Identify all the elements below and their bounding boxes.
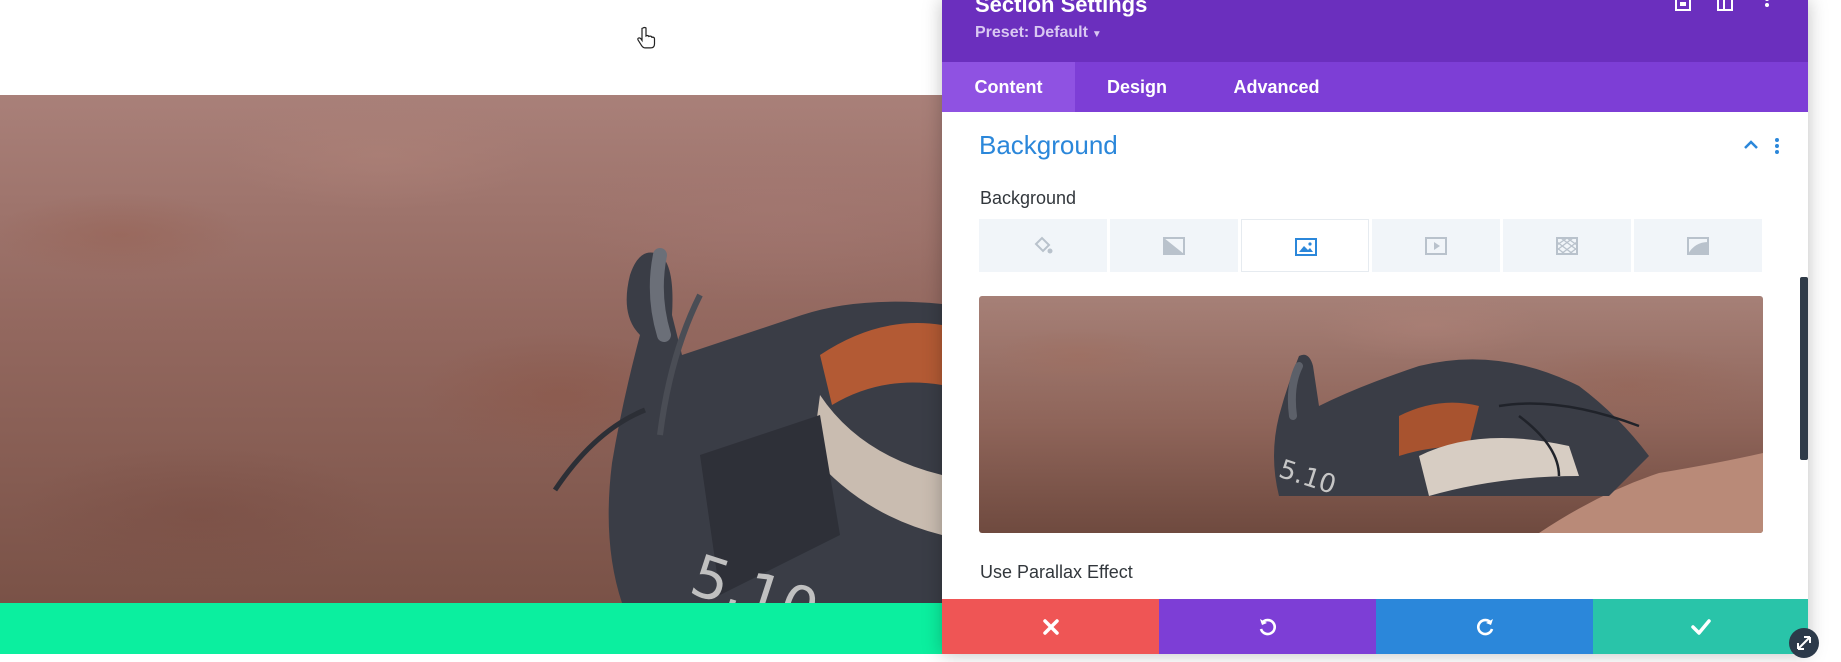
image-icon — [1295, 238, 1317, 256]
tab-content[interactable]: Content — [942, 62, 1075, 112]
hero-background-image: 5.10 — [0, 95, 942, 603]
modal-title: Section Settings — [975, 0, 1148, 17]
settings-tabs: Content Design Advanced — [942, 62, 1808, 112]
caret-down-icon: ▼ — [1091, 29, 1102, 40]
discard-button[interactable] — [942, 599, 1159, 654]
modal-header[interactable]: Section Settings Preset: Default ▼ — [942, 0, 1808, 62]
preset-label: Preset: Default — [975, 24, 1088, 41]
section-more-icon[interactable] — [1774, 138, 1780, 154]
bg-type-video-tab[interactable] — [1372, 219, 1500, 272]
bg-type-color-tab[interactable] — [979, 219, 1107, 272]
background-type-tabs — [979, 219, 1763, 272]
more-vertical-icon[interactable] — [1758, 0, 1776, 14]
modal-action-bar — [942, 599, 1808, 654]
tab-design[interactable]: Design — [1075, 62, 1199, 112]
columns-icon[interactable] — [1716, 0, 1734, 14]
background-image-preview[interactable]: 5.10 — [979, 296, 1763, 533]
undo-button[interactable] — [1159, 599, 1376, 654]
mask-icon — [1687, 237, 1709, 255]
paint-bucket-icon — [1034, 236, 1053, 254]
parallax-field-label: Use Parallax Effect — [980, 562, 1133, 582]
bg-type-gradient-tab[interactable] — [1110, 219, 1238, 272]
redo-button[interactable] — [1376, 599, 1593, 654]
preset-dropdown[interactable]: Preset: Default ▼ — [975, 24, 1102, 42]
save-button[interactable] — [1593, 599, 1808, 654]
gradient-icon — [1163, 237, 1185, 255]
undo-icon — [1259, 618, 1276, 635]
tab-advanced[interactable]: Advanced — [1199, 62, 1354, 112]
video-icon — [1425, 237, 1447, 255]
settings-body: Background Background 5.10 Use Parallax … — [942, 112, 1808, 599]
chevron-up-icon[interactable] — [1744, 140, 1758, 150]
hand-cursor-icon — [637, 26, 656, 49]
panel-scrollbar[interactable] — [1800, 277, 1808, 460]
check-icon — [1690, 618, 1711, 635]
section-settings-modal: Section Settings Preset: Default ▼ Conten… — [942, 0, 1808, 654]
bg-type-image-tab[interactable] — [1241, 219, 1369, 272]
bg-type-pattern-tab[interactable] — [1503, 219, 1631, 272]
page-bottom-band — [0, 603, 942, 654]
section-toggle-title[interactable]: Background — [979, 130, 1118, 161]
pattern-icon — [1556, 237, 1578, 255]
background-field-label: Background — [980, 188, 1077, 208]
screenshot-icon[interactable] — [1674, 0, 1692, 14]
redo-icon — [1476, 618, 1493, 635]
bg-type-mask-tab[interactable] — [1634, 219, 1762, 272]
close-icon — [1042, 618, 1059, 635]
